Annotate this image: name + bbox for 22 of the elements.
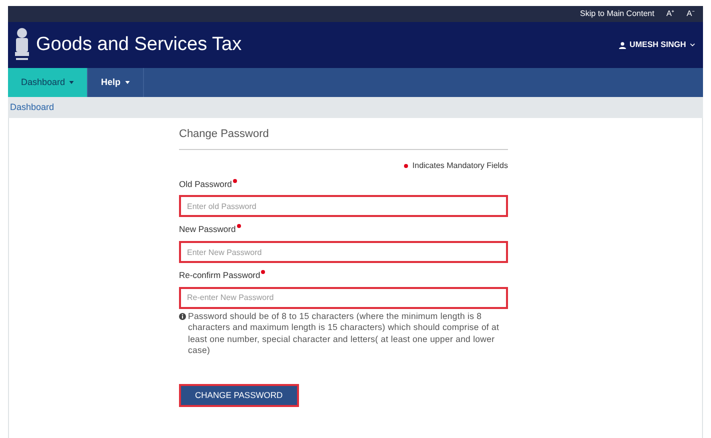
nav-tab[interactable]: Dashboard <box>8 68 88 97</box>
caret-icon <box>124 81 130 84</box>
skip-link[interactable]: Skip to Main Content <box>580 8 654 20</box>
info-icon <box>179 312 186 320</box>
font-decrease-button[interactable]: A⁻ <box>686 8 695 20</box>
password-field[interactable]: Enter New Password <box>179 241 508 263</box>
user-icon <box>618 42 626 48</box>
field-label: Old Password <box>179 178 232 190</box>
mandatory-note: Indicates Mandatory Fields <box>412 160 508 172</box>
change-password-button[interactable]: CHANGE PASSWORD <box>179 384 299 407</box>
field-label: New Password <box>179 223 236 236</box>
site-title: Goods and Services Tax <box>36 32 242 57</box>
font-increase-button[interactable]: A⁺ <box>666 8 675 20</box>
password-field[interactable]: Enter old Password <box>179 195 508 218</box>
breadcrumb-link[interactable]: Dashboard <box>10 100 54 114</box>
password-field[interactable]: Re-enter New Password <box>179 286 508 309</box>
caret-icon <box>69 81 74 84</box>
chevron-down-icon <box>690 43 695 47</box>
form-title: Change Password <box>179 125 508 150</box>
field-label: Re-confirm Password <box>179 269 260 282</box>
user-menu[interactable]: UMESH SINGH <box>618 39 699 51</box>
password-hint: Password should be of 8 to 15 characters (where the minimum length is 8 characters and maximum length is 15 characters) which should comprise of at least one number, special character and letters( at least one upper and lower case) <box>188 310 500 357</box>
